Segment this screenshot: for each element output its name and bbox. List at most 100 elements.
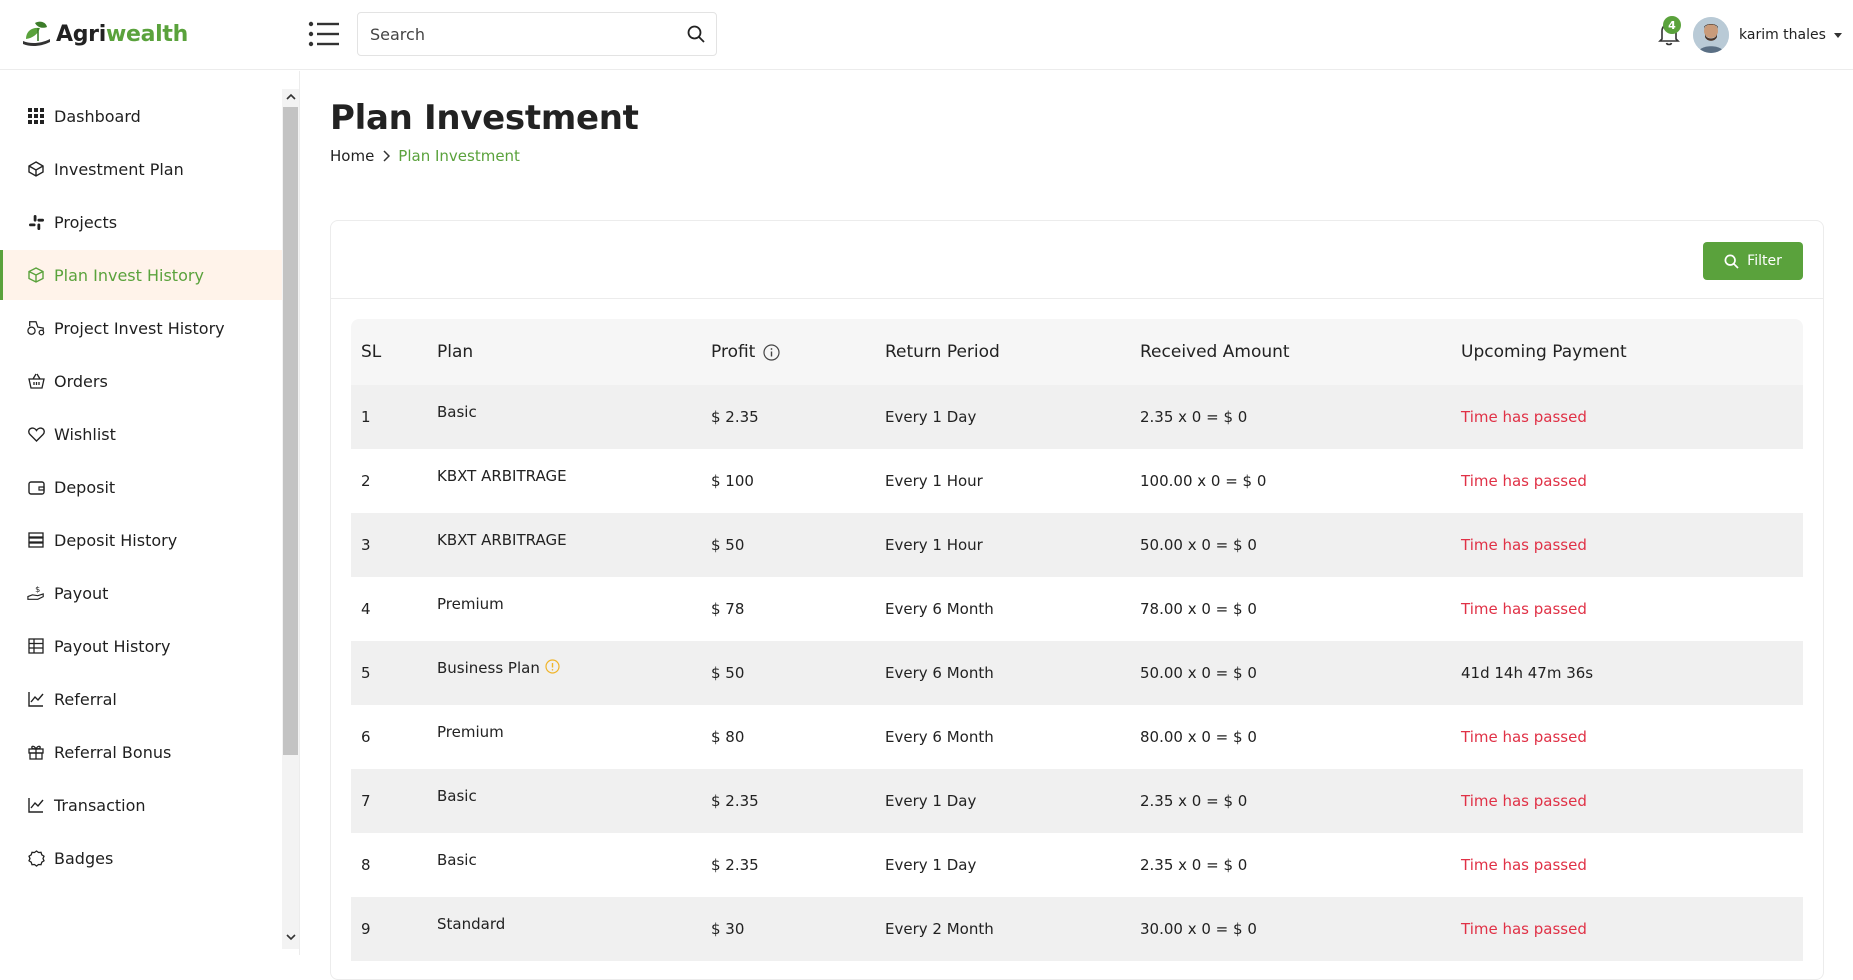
cell-sl-text: 2 bbox=[361, 472, 371, 490]
sidebar: Dashboard Investment Plan Projects Plan … bbox=[0, 71, 300, 955]
sidebar-item-plan-invest-history[interactable]: Plan Invest History bbox=[0, 250, 282, 300]
sidebar-item-label: Orders bbox=[54, 371, 108, 391]
sidebar-item-label: Project Invest History bbox=[54, 318, 225, 338]
sidebar-item-orders[interactable]: Orders bbox=[0, 356, 282, 406]
logo-text: Agriwealth bbox=[56, 21, 188, 47]
wallet-icon bbox=[27, 478, 45, 496]
header-upcoming-payment: Upcoming Payment bbox=[1461, 342, 1627, 362]
cell-sl-text: 3 bbox=[361, 536, 371, 554]
table-icon bbox=[27, 637, 45, 655]
cell-plan-text: Standard bbox=[437, 915, 506, 933]
sidebar-item-referral-bonus[interactable]: Referral Bonus bbox=[0, 727, 282, 777]
cell-plan-text: Business Plan bbox=[437, 659, 540, 677]
cell-plan: KBXT ARBITRAGE bbox=[437, 513, 567, 577]
page-title: Plan Investment bbox=[330, 98, 639, 138]
sidebar-item-label: Projects bbox=[54, 212, 118, 232]
cell-profit: $ 50 bbox=[711, 641, 744, 705]
cell-received-amount: 2.35 x 0 = $ 0 bbox=[1140, 769, 1247, 833]
cell-return-period-text: Every 6 Month bbox=[885, 664, 994, 682]
cell-sl: 8 bbox=[361, 833, 371, 897]
filter-button[interactable]: Filter bbox=[1703, 242, 1803, 280]
badge-icon bbox=[27, 849, 45, 867]
sidebar-item-label: Investment Plan bbox=[54, 159, 184, 179]
cell-sl-text: 7 bbox=[361, 792, 371, 810]
cell-received-amount-text: 2.35 x 0 = $ 0 bbox=[1140, 856, 1248, 874]
sidebar-scrollbar-thumb[interactable] bbox=[283, 107, 298, 755]
cell-profit: $ 2.35 bbox=[711, 769, 759, 833]
cell-upcoming-payment-text: Time has passed bbox=[1461, 600, 1587, 618]
table-row: 6 Premium $ 80 Every 6 Month 80.00 x 0 = $ 0… bbox=[351, 705, 1803, 769]
sidebar-item-transaction[interactable]: Transaction bbox=[0, 780, 282, 830]
cell-upcoming-payment-text: Time has passed bbox=[1461, 728, 1587, 746]
tractor-icon bbox=[27, 319, 45, 337]
info-icon[interactable] bbox=[763, 343, 780, 361]
sidebar-item-dashboard[interactable]: Dashboard bbox=[0, 91, 282, 141]
cell-return-period: Every 1 Day bbox=[885, 385, 976, 449]
cell-plan: Basic bbox=[437, 385, 477, 449]
cell-sl-text: 4 bbox=[361, 600, 371, 618]
cell-sl-text: 6 bbox=[361, 728, 371, 746]
sidebar-item-deposit-history[interactable]: Deposit History bbox=[0, 515, 282, 565]
scroll-up-arrow-icon[interactable] bbox=[283, 89, 298, 105]
cell-sl-text: 9 bbox=[361, 920, 371, 938]
cell-return-period: Every 6 Month bbox=[885, 705, 994, 769]
chevron-right-icon bbox=[382, 150, 391, 162]
sidebar-item-label: Plan Invest History bbox=[54, 265, 204, 285]
breadcrumb: Home Plan Investment bbox=[330, 147, 520, 165]
cell-profit-text: $ 100 bbox=[711, 472, 754, 490]
leaf-logo-icon bbox=[23, 21, 50, 47]
table-row: 7 Basic $ 2.35 Every 1 Day 2.35 x 0 = $ 0 Tim… bbox=[351, 769, 1803, 833]
cell-received-amount-text: 2.35 x 0 = $ 0 bbox=[1140, 792, 1248, 810]
cell-upcoming-payment-text: Time has passed bbox=[1461, 536, 1587, 554]
cell-plan: Business Plan bbox=[437, 641, 560, 705]
cell-sl: 6 bbox=[361, 705, 371, 769]
warning-icon[interactable] bbox=[545, 659, 560, 674]
sidebar-item-wishlist[interactable]: Wishlist bbox=[0, 409, 282, 459]
sidebar-item-label: Referral bbox=[54, 689, 117, 709]
svg-text:$: $ bbox=[35, 584, 40, 594]
filter-button-label: Filter bbox=[1747, 253, 1782, 269]
cell-return-period-text: Every 1 Hour bbox=[885, 472, 983, 490]
cell-sl: 4 bbox=[361, 577, 371, 641]
cell-upcoming-payment-text: Time has passed bbox=[1461, 856, 1587, 874]
cell-received-amount-text: 30.00 x 0 = $ 0 bbox=[1140, 920, 1257, 938]
sidebar-item-deposit[interactable]: Deposit bbox=[0, 462, 282, 512]
cell-plan-text: KBXT ARBITRAGE bbox=[437, 531, 567, 549]
logo[interactable]: Agriwealth bbox=[20, 15, 188, 53]
header-plan: Plan bbox=[437, 342, 474, 362]
cell-return-period: Every 2 Month bbox=[885, 897, 994, 961]
cell-profit-text: $ 80 bbox=[711, 728, 745, 746]
sidebar-item-referral[interactable]: Referral bbox=[0, 674, 282, 724]
cell-sl-text: 8 bbox=[361, 856, 371, 874]
sidebar-item-badges[interactable]: Badges bbox=[0, 833, 282, 883]
user-menu[interactable]: karim thales bbox=[1693, 16, 1842, 54]
cell-return-period: Every 6 Month bbox=[885, 641, 994, 705]
sidebar-item-payout[interactable]: $ Payout bbox=[0, 568, 282, 618]
grid-icon bbox=[27, 107, 45, 125]
sidebar-item-investment-plan[interactable]: Investment Plan bbox=[0, 144, 282, 194]
cell-profit-text: $ 2.35 bbox=[711, 408, 759, 426]
search-input[interactable] bbox=[358, 13, 676, 55]
cell-return-period: Every 1 Day bbox=[885, 769, 976, 833]
cell-return-period: Every 6 Month bbox=[885, 577, 994, 641]
table-body: 1 Basic $ 2.35 Every 1 Day 2.35 x 0 = $ 0 Tim… bbox=[351, 385, 1803, 961]
scroll-down-arrow-icon[interactable] bbox=[283, 929, 298, 945]
cell-return-period-text: Every 1 Hour bbox=[885, 536, 983, 554]
cell-upcoming-payment: Time has passed bbox=[1461, 577, 1587, 641]
caret-down-icon bbox=[1833, 32, 1842, 38]
search-icon[interactable] bbox=[676, 14, 716, 54]
cell-received-amount-text: 50.00 x 0 = $ 0 bbox=[1140, 536, 1257, 554]
cell-return-period: Every 1 Hour bbox=[885, 513, 983, 577]
sidebar-item-payout-history[interactable]: Payout History bbox=[0, 621, 282, 671]
plan-investment-table: SL Plan Profit Return Period Received Am… bbox=[351, 319, 1803, 961]
sidebar-item-project-invest-history[interactable]: Project Invest History bbox=[0, 303, 282, 353]
menu-toggle-icon[interactable] bbox=[308, 20, 340, 48]
cell-profit: $ 2.35 bbox=[711, 385, 759, 449]
cell-return-period-text: Every 2 Month bbox=[885, 920, 994, 938]
sidebar-item-projects[interactable]: Projects bbox=[0, 197, 282, 247]
cell-profit: $ 50 bbox=[711, 513, 744, 577]
breadcrumb-home-link[interactable]: Home bbox=[330, 147, 374, 165]
cell-profit: $ 30 bbox=[711, 897, 744, 961]
cell-sl: 2 bbox=[361, 449, 371, 513]
box-icon bbox=[27, 266, 45, 284]
